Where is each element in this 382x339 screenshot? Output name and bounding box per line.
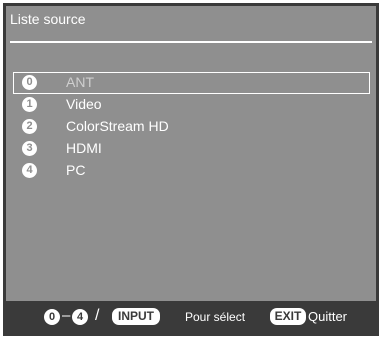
source-item-hdmi[interactable]: 3 HDMI xyxy=(13,138,370,160)
source-list-panel: 0 ANT 1 Video 2 ColorStream HD 3 HDMI 4 … xyxy=(6,43,376,301)
key-guide-bar: 0 – 4 / INPUT Pour sélect EXIT Quitter xyxy=(6,301,376,333)
source-item-label: ANT xyxy=(66,74,94,90)
key-0-icon: 0 xyxy=(44,309,60,325)
range-separator: – xyxy=(62,307,71,324)
number-4-icon: 4 xyxy=(22,163,37,178)
menu-header: Liste source xyxy=(6,6,376,43)
source-item-video[interactable]: 1 Video xyxy=(13,94,370,116)
number-3-icon: 3 xyxy=(22,141,37,156)
number-1-icon: 1 xyxy=(22,97,37,112)
source-item-colorstream-hd[interactable]: 2 ColorStream HD xyxy=(13,116,370,138)
source-item-label: Video xyxy=(66,96,102,112)
number-0-icon: 0 xyxy=(22,75,37,90)
source-item-pc[interactable]: 4 PC xyxy=(13,160,370,182)
select-hint: Pour sélect xyxy=(185,310,246,324)
source-item-label: PC xyxy=(66,162,86,178)
source-list: 0 ANT 1 Video 2 ColorStream HD 3 HDMI 4 … xyxy=(6,72,376,182)
number-2-icon: 2 xyxy=(22,119,37,134)
slash-separator: / xyxy=(95,307,100,324)
source-item-ant[interactable]: 0 ANT xyxy=(13,72,370,94)
input-key-icon: INPUT xyxy=(112,308,160,325)
menu-title: Liste source xyxy=(10,11,86,27)
source-item-label: HDMI xyxy=(66,140,102,156)
exit-key-icon: EXIT xyxy=(270,308,306,325)
exit-hint: Quitter xyxy=(308,309,348,324)
key-4-icon: 4 xyxy=(72,309,88,325)
source-item-label: ColorStream HD xyxy=(66,118,169,134)
